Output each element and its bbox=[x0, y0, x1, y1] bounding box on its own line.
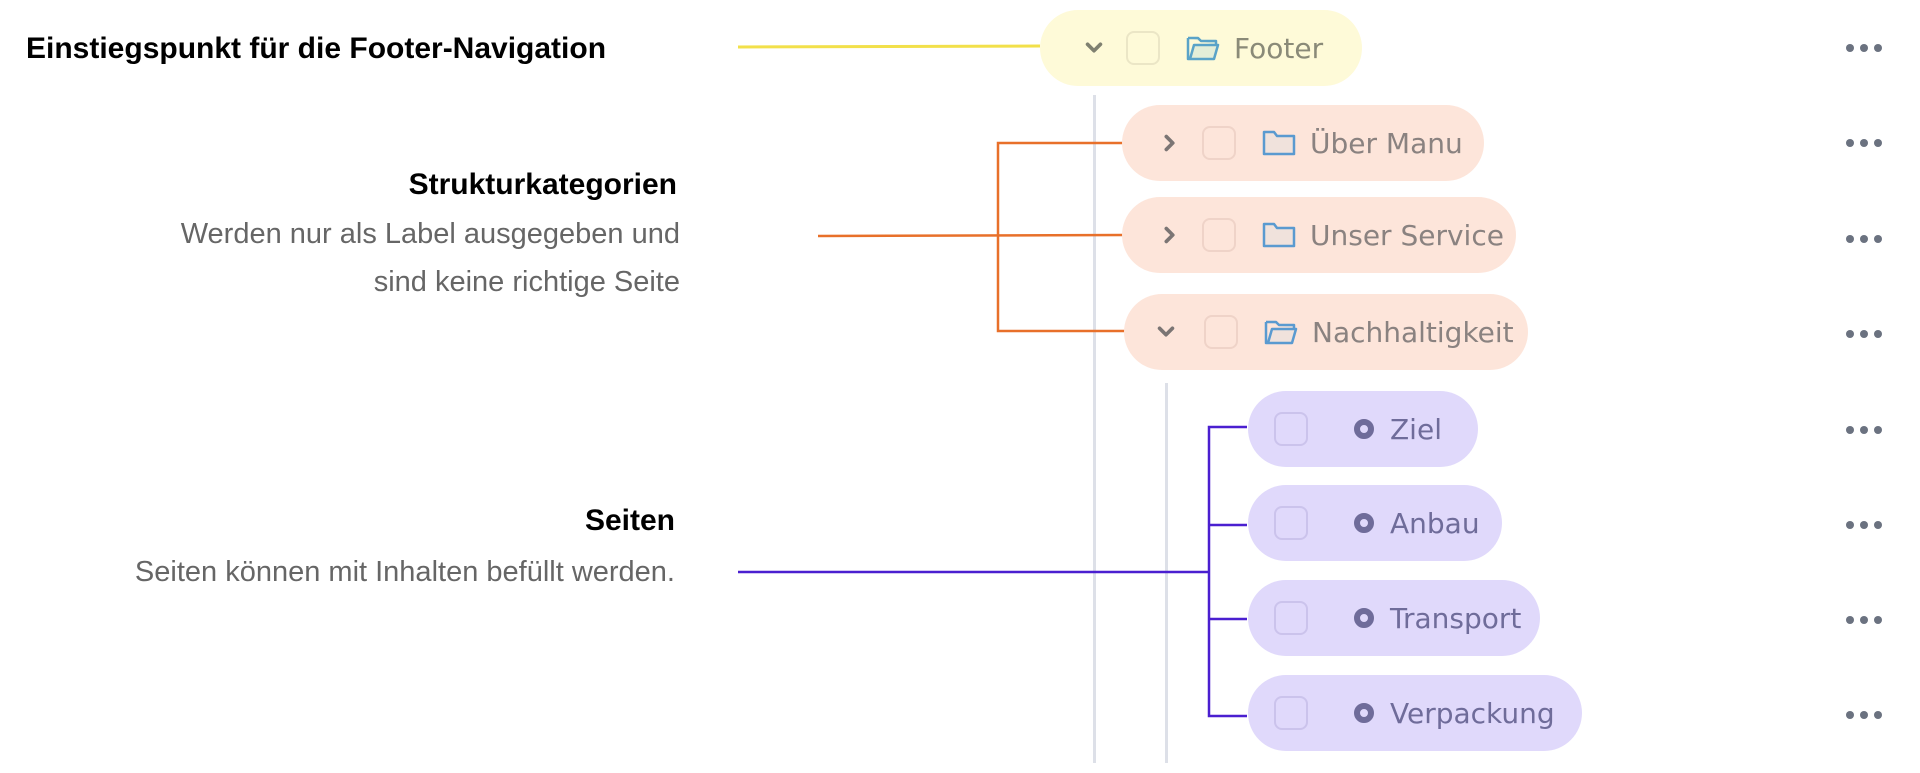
categories-annotation-title: Strukturkategorien bbox=[408, 168, 677, 201]
tree-node-category[interactable]: Über Manu bbox=[1122, 105, 1484, 181]
page-dot-icon bbox=[1354, 703, 1374, 723]
pages-connector bbox=[738, 425, 1247, 718]
tree-guide-level-2 bbox=[1165, 383, 1168, 763]
node-checkbox[interactable] bbox=[1274, 696, 1308, 730]
node-checkbox[interactable] bbox=[1274, 506, 1308, 540]
node-label: Nachhaltigkeit bbox=[1312, 315, 1514, 349]
tree-node-page[interactable]: Transport bbox=[1248, 580, 1540, 656]
node-label: Unser Service bbox=[1310, 218, 1504, 252]
entry-connector bbox=[737, 44, 1041, 49]
categories-desc-line-1: Werden nur als Label ausgegeben und bbox=[180, 218, 680, 250]
tree-node-page[interactable]: Ziel bbox=[1248, 391, 1478, 467]
node-checkbox[interactable] bbox=[1274, 412, 1308, 446]
more-horizontal-icon[interactable] bbox=[1846, 515, 1882, 535]
categories-desc-line-2: sind keine richtige Seite bbox=[373, 266, 680, 298]
folder-open-icon bbox=[1264, 318, 1298, 346]
more-horizontal-icon[interactable] bbox=[1846, 705, 1882, 725]
node-label: Über Manu bbox=[1310, 126, 1463, 160]
chevron-right-icon[interactable] bbox=[1158, 223, 1182, 247]
pages-annotation-desc: Seiten können mit Inhalten befüllt werde… bbox=[134, 556, 675, 588]
chevron-down-icon[interactable] bbox=[1154, 320, 1178, 344]
folder-icon bbox=[1262, 221, 1296, 249]
tree-node-category[interactable]: Unser Service bbox=[1122, 197, 1516, 273]
categories-connector bbox=[817, 141, 1126, 333]
node-checkbox[interactable] bbox=[1126, 31, 1160, 65]
tree-node-page[interactable]: Verpackung bbox=[1248, 675, 1582, 751]
categories-annotation-desc: Werden nur als Label ausgegeben und sind… bbox=[181, 210, 680, 306]
more-horizontal-icon[interactable] bbox=[1846, 133, 1882, 153]
more-horizontal-icon[interactable] bbox=[1846, 324, 1882, 344]
entry-annotation-title: Einstiegspunkt für die Footer-Navigation bbox=[26, 32, 607, 65]
node-label: Verpackung bbox=[1390, 696, 1555, 730]
tree-node-footer[interactable]: Footer bbox=[1040, 10, 1362, 86]
annotation-connectors bbox=[737, 44, 1247, 718]
node-label: Anbau bbox=[1390, 506, 1480, 540]
more-horizontal-icon[interactable] bbox=[1846, 229, 1882, 249]
tree-guide-level-1 bbox=[1093, 95, 1096, 763]
folder-icon bbox=[1262, 129, 1296, 157]
page-dot-icon bbox=[1354, 419, 1374, 439]
more-horizontal-icon[interactable] bbox=[1846, 420, 1882, 440]
more-horizontal-icon[interactable] bbox=[1846, 38, 1882, 58]
more-horizontal-icon[interactable] bbox=[1846, 610, 1882, 630]
tree-node-page[interactable]: Anbau bbox=[1248, 485, 1502, 561]
node-checkbox[interactable] bbox=[1202, 126, 1236, 160]
node-checkbox[interactable] bbox=[1204, 315, 1238, 349]
node-checkbox[interactable] bbox=[1274, 601, 1308, 635]
chevron-down-icon[interactable] bbox=[1082, 36, 1106, 60]
page-dot-icon bbox=[1354, 513, 1374, 533]
pages-annotation-title: Seiten bbox=[584, 504, 675, 537]
node-label: Transport bbox=[1390, 601, 1522, 635]
node-label: Footer bbox=[1234, 31, 1324, 65]
node-label: Ziel bbox=[1390, 412, 1442, 446]
chevron-right-icon[interactable] bbox=[1158, 131, 1182, 155]
tree-node-category[interactable]: Nachhaltigkeit bbox=[1124, 294, 1528, 370]
node-checkbox[interactable] bbox=[1202, 218, 1236, 252]
page-dot-icon bbox=[1354, 608, 1374, 628]
folder-open-icon bbox=[1186, 34, 1220, 62]
